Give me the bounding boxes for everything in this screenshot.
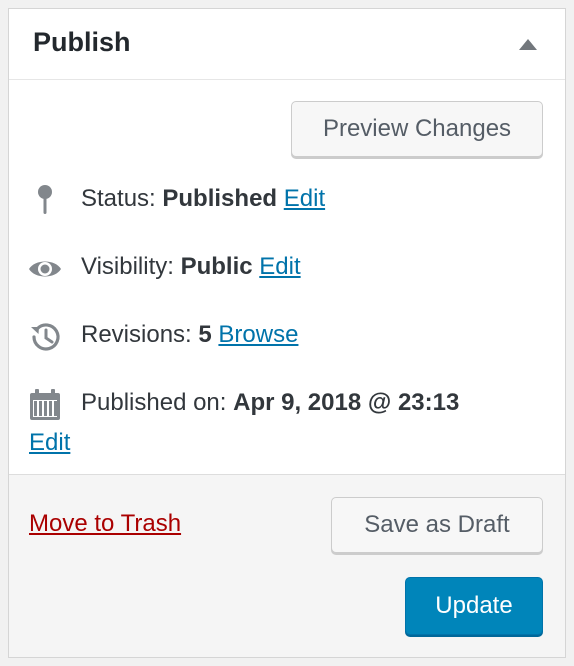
revisions-text: Revisions: 5 Browse xyxy=(81,321,298,349)
visibility-text: Visibility: Public Edit xyxy=(81,253,301,281)
revisions-label: Revisions: xyxy=(81,321,192,348)
revisions-browse-link[interactable]: Browse xyxy=(218,321,298,348)
published-on-text: Published on: Apr 9, 2018 @ 23:13 xyxy=(81,389,459,417)
move-to-trash-link[interactable]: Move to Trash xyxy=(29,510,181,538)
calendar-icon xyxy=(30,389,60,420)
publish-panel: Publish Preview Changes Status: Publishe… xyxy=(8,8,566,658)
status-label: Status: xyxy=(81,185,156,212)
panel-title: Publish xyxy=(33,27,131,57)
major-publishing-actions: Move to Trash Save as Draft Update xyxy=(9,474,565,657)
update-button[interactable]: Update xyxy=(405,577,543,635)
collapse-arrow-icon[interactable] xyxy=(519,39,537,50)
revisions-count: 5 xyxy=(198,321,212,348)
status-edit-link[interactable]: Edit xyxy=(284,185,325,212)
eye-icon xyxy=(29,261,61,277)
status-text: Status: Published Edit xyxy=(81,185,325,213)
status-value: Published xyxy=(162,185,278,212)
visibility-edit-link[interactable]: Edit xyxy=(259,253,300,280)
preview-changes-button[interactable]: Preview Changes xyxy=(291,101,543,157)
panel-header: Publish xyxy=(9,9,565,80)
visibility-label: Visibility: xyxy=(81,253,174,280)
history-icon xyxy=(31,323,60,351)
save-as-draft-button[interactable]: Save as Draft xyxy=(331,497,543,553)
published-on-edit-link[interactable]: Edit xyxy=(29,429,70,457)
published-on-label: Published on: xyxy=(81,389,227,416)
pin-icon xyxy=(38,185,52,214)
published-on-date: Apr 9, 2018 @ 23:13 xyxy=(233,389,460,416)
visibility-value: Public xyxy=(180,253,253,280)
